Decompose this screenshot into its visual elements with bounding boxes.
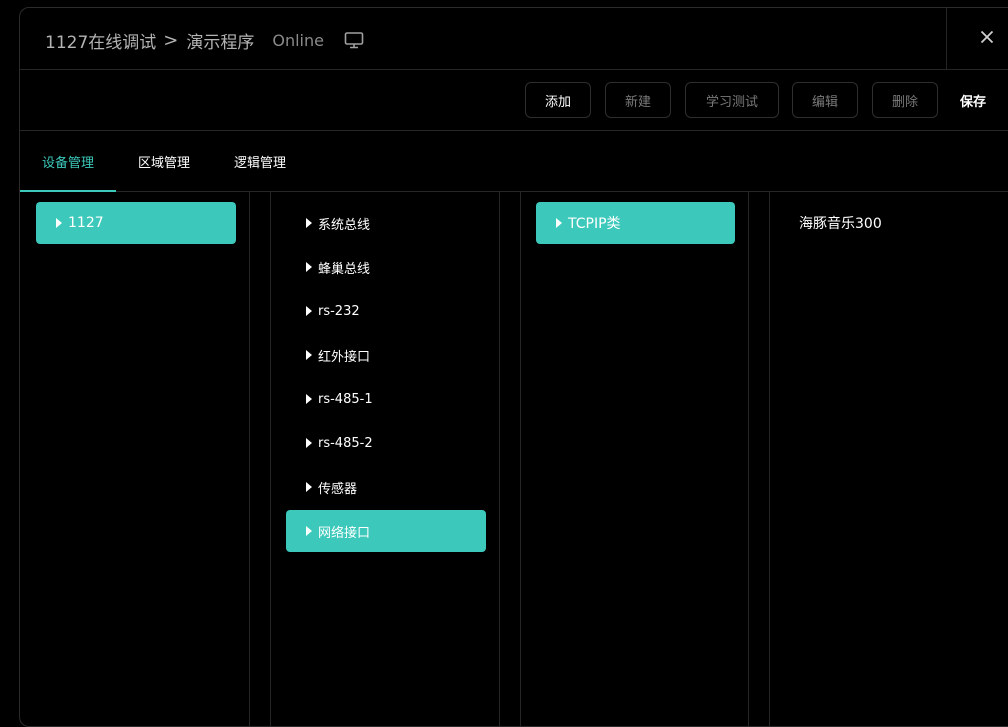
list-item-label: rs-485-1 [318,391,373,407]
interface-item-rs232[interactable]: rs-232 [286,290,486,332]
list-item-label: 红外接口 [318,349,371,365]
tab-bar: 设备管理 区域管理 逻辑管理 [20,131,1008,192]
caret-right-icon [556,218,562,228]
list-item-label: 网络接口 [318,525,371,541]
breadcrumb: 1127在线调试 > 演示程序 Online [45,26,364,54]
tab-logic-management[interactable]: 逻辑管理 [212,131,308,191]
breadcrumb-program: 演示程序 [186,32,255,53]
list-item-label: 蜂巢总线 [318,261,371,277]
column-divider [499,192,500,726]
interface-item-network[interactable]: 网络接口 [286,510,486,552]
device-item-dolphin-music-300[interactable]: 海豚音乐300 [799,213,882,233]
toolbar: 添加 新建 学习测试 编辑 删除 保存 [20,70,1008,131]
column-divider [249,192,250,726]
interface-item-rs485-1[interactable]: rs-485-1 [286,378,486,420]
column-divider [748,192,749,726]
title-bar: 1127在线调试 > 演示程序 Online [20,8,1008,70]
caret-right-icon [56,218,62,228]
connection-status: Online [272,30,324,50]
add-button[interactable]: 添加 [525,82,591,118]
new-button[interactable]: 新建 [605,82,671,118]
tab-area-management[interactable]: 区域管理 [116,131,212,191]
interface-item-sensor[interactable]: 传感器 [286,466,486,508]
list-item-label: 系统总线 [318,217,371,233]
tab-device-management[interactable]: 设备管理 [20,131,116,192]
controller-item-1127[interactable]: 1127 [36,202,236,244]
edit-button[interactable]: 编辑 [792,82,858,118]
interface-item-infrared[interactable]: 红外接口 [286,334,486,376]
caret-right-icon [306,438,312,448]
caret-right-icon [306,350,312,360]
column-divider [769,192,770,726]
list-item-label: TCPIP类 [568,216,621,232]
breadcrumb-project: 1127在线调试 [45,32,157,53]
monitor-icon[interactable] [344,30,364,50]
list-item-label: rs-232 [318,303,360,319]
caret-right-icon [306,218,312,228]
interface-item-hive-bus[interactable]: 蜂巢总线 [286,246,486,288]
list-item-label: 传感器 [318,481,358,497]
learn-test-button[interactable]: 学习测试 [685,82,779,118]
device-debug-window: 1127在线调试 > 演示程序 Online 添加 新建 学习测试 编辑 删除 … [19,7,1008,727]
list-item-label: 1127 [68,215,104,231]
caret-right-icon [306,262,312,272]
interface-item-system-bus[interactable]: 系统总线 [286,202,486,244]
interface-item-rs485-2[interactable]: rs-485-2 [286,422,486,464]
caret-right-icon [306,394,312,404]
delete-button[interactable]: 删除 [872,82,938,118]
column-divider [520,192,521,726]
close-button[interactable] [946,8,1008,69]
caret-right-icon [306,526,312,536]
breadcrumb-separator: > [163,29,179,51]
caret-right-icon [306,482,312,492]
category-item-tcpip[interactable]: TCPIP类 [536,202,735,244]
save-button[interactable]: 保存 [953,82,993,118]
list-item-label: rs-485-2 [318,435,373,451]
close-icon [980,29,994,48]
column-divider [270,192,271,726]
caret-right-icon [306,306,312,316]
